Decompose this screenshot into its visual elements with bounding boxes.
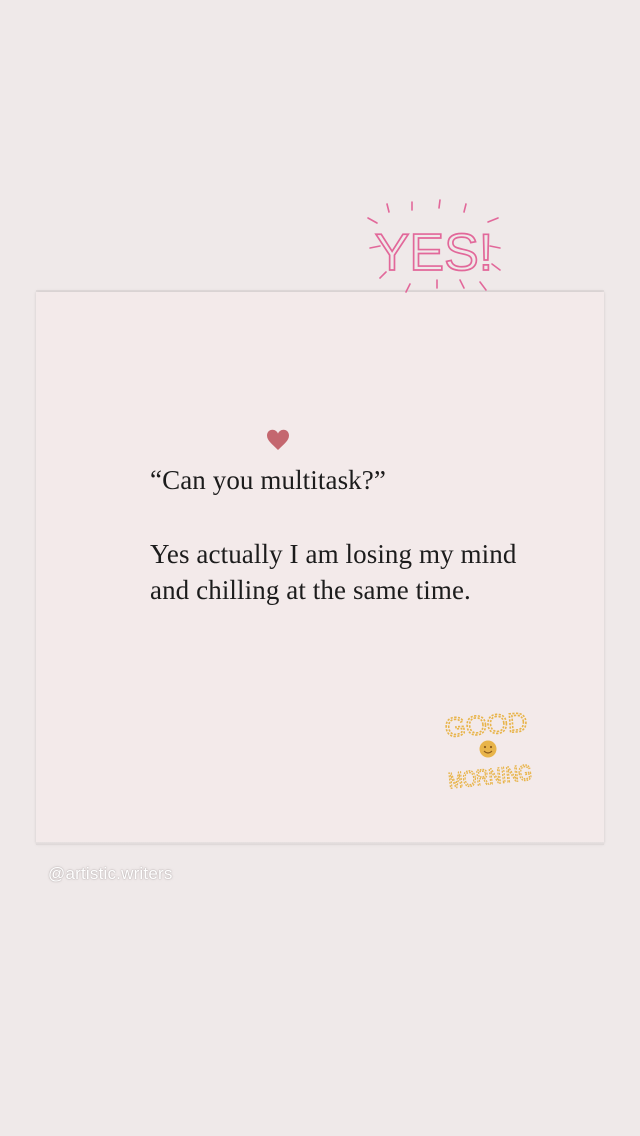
good-text: GOOD [444, 707, 528, 743]
card-bottom-edge [36, 842, 604, 845]
answer-text: Yes actually I am losing my mind and chi… [150, 539, 517, 605]
heart-icon [267, 429, 289, 450]
yes-sticker[interactable]: YES! [360, 196, 508, 300]
smiley-icon [479, 740, 497, 758]
yes-sticker-text: YES! [375, 224, 494, 282]
story-screen: YES! “Can you multitask?” Yes actually I… [0, 0, 640, 1136]
author-handle[interactable]: @artistic.writers [48, 862, 173, 886]
quote-text: “Can you multitask?” [150, 465, 386, 495]
morning-text: MORNING [447, 760, 533, 794]
good-morning-sticker[interactable]: GOOD MORNING [442, 700, 538, 800]
